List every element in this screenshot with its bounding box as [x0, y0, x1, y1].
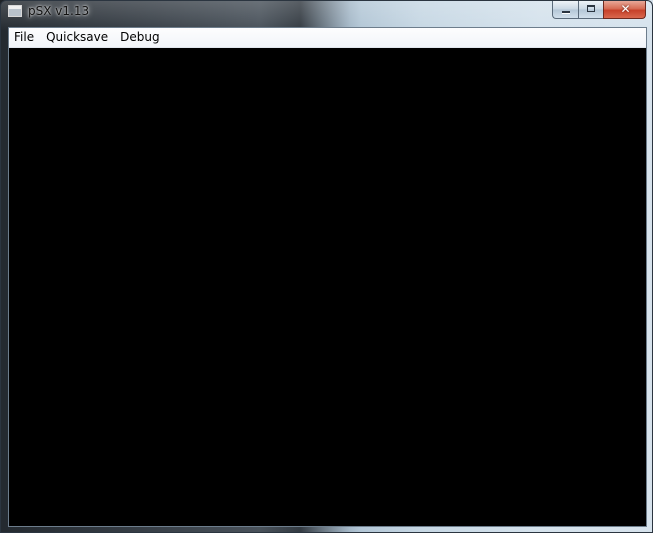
menu-quicksave[interactable]: Quicksave	[40, 28, 114, 47]
menu-file[interactable]: File	[9, 28, 40, 47]
minimize-button[interactable]	[552, 1, 578, 19]
close-button[interactable]: ✕	[603, 1, 646, 19]
close-icon: ✕	[620, 2, 631, 16]
emulator-display[interactable]	[9, 48, 646, 526]
menu-bar: File Quicksave Debug	[9, 28, 646, 48]
minimize-icon	[562, 11, 570, 13]
maximize-button[interactable]	[578, 1, 603, 19]
app-window: pSX v1.13 ✕ File Quicksave Debug	[0, 0, 653, 533]
app-window-icon[interactable]	[8, 5, 22, 17]
caption-buttons: ✕	[552, 1, 646, 20]
title-bar[interactable]: pSX v1.13 ✕	[1, 1, 652, 25]
client-area: File Quicksave Debug	[8, 27, 647, 527]
menu-debug[interactable]: Debug	[114, 28, 165, 47]
window-title: pSX v1.13	[28, 4, 90, 18]
maximize-icon	[587, 5, 595, 12]
